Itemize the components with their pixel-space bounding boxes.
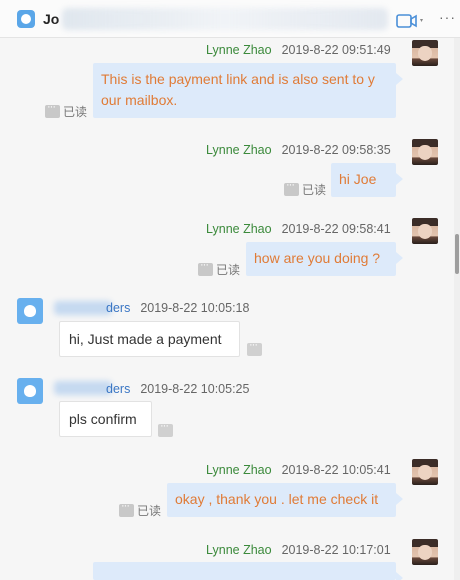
message-meta: ders 2019-8-22 10:05:18 bbox=[106, 301, 249, 315]
message-meta: Lynne Zhao 2019-8-22 09:58:41 bbox=[206, 222, 391, 236]
outgoing-message-bubble[interactable] bbox=[93, 562, 403, 580]
message-text: our mailbox. bbox=[101, 92, 178, 108]
message-text: This is the payment link and is also sen… bbox=[101, 71, 375, 87]
read-receipt: 已读 bbox=[284, 179, 327, 198]
message-text: okay , thank you . let me check it bbox=[175, 491, 379, 507]
message-meta: Lynne Zhao 2019-8-22 10:05:41 bbox=[206, 463, 391, 477]
message-meta: Lynne Zhao 2019-8-22 09:51:49 bbox=[206, 43, 391, 57]
read-status-icon bbox=[119, 500, 134, 517]
sender-name: ders bbox=[106, 301, 131, 315]
message-time: 2019-8-22 09:58:41 bbox=[281, 222, 391, 236]
message-text: pls confirm bbox=[69, 411, 137, 427]
contact-avatar-icon[interactable] bbox=[17, 10, 35, 28]
message-time: 2019-8-22 09:58:35 bbox=[281, 143, 391, 157]
message-time: 2019-8-22 10:17:01 bbox=[281, 543, 391, 557]
read-status-label: 已读 bbox=[137, 504, 162, 518]
message-time: 2019-8-22 10:05:25 bbox=[140, 382, 250, 396]
message-meta: Lynne Zhao 2019-8-22 09:58:35 bbox=[206, 143, 391, 157]
message-time: 2019-8-22 10:05:41 bbox=[281, 463, 391, 477]
read-status-label: 已读 bbox=[216, 263, 241, 277]
sender-name: Lynne Zhao bbox=[206, 43, 272, 57]
outgoing-message-bubble[interactable]: okay , thank you . let me check it bbox=[167, 483, 403, 517]
message-meta: ders 2019-8-22 10:05:25 bbox=[106, 382, 249, 396]
message-options-icon[interactable] bbox=[158, 420, 173, 437]
sender-name: ders bbox=[106, 382, 131, 396]
contact-avatar-icon[interactable] bbox=[17, 298, 43, 324]
message-time: 2019-8-22 10:05:18 bbox=[140, 301, 250, 315]
chat-header: Jo ··· bbox=[0, 0, 460, 38]
message-time: 2019-8-22 09:51:49 bbox=[281, 43, 391, 57]
read-status-icon bbox=[284, 179, 299, 196]
my-avatar[interactable] bbox=[412, 539, 438, 565]
sender-name: Lynne Zhao bbox=[206, 222, 272, 236]
read-receipt: 已读 bbox=[119, 500, 162, 519]
incoming-message-bubble[interactable]: pls confirm bbox=[59, 401, 152, 437]
message-options-icon[interactable] bbox=[247, 339, 262, 356]
read-status-icon bbox=[45, 101, 60, 118]
read-status-label: 已读 bbox=[302, 183, 327, 197]
redacted-contact-name bbox=[62, 8, 388, 30]
my-avatar[interactable] bbox=[412, 139, 438, 165]
my-avatar[interactable] bbox=[412, 40, 438, 66]
incoming-message-bubble[interactable]: hi, Just made a payment bbox=[59, 321, 240, 357]
sender-name: Lynne Zhao bbox=[206, 543, 272, 557]
outgoing-message-bubble[interactable]: how are you doing ? bbox=[246, 242, 403, 276]
contact-name[interactable]: Jo bbox=[43, 11, 59, 27]
my-avatar[interactable] bbox=[412, 459, 438, 485]
message-meta: Lynne Zhao 2019-8-22 10:17:01 bbox=[206, 543, 391, 557]
scrollbar-thumb[interactable] bbox=[455, 234, 459, 274]
message-text: how are you doing ? bbox=[254, 250, 381, 266]
outgoing-message-bubble[interactable]: This is the payment link and is also sen… bbox=[93, 63, 403, 118]
redacted-sender-name bbox=[54, 381, 112, 395]
my-avatar[interactable] bbox=[412, 218, 438, 244]
read-receipt: 已读 bbox=[45, 101, 88, 120]
message-text: hi, Just made a payment bbox=[69, 331, 222, 347]
sender-name: Lynne Zhao bbox=[206, 463, 272, 477]
scrollbar[interactable] bbox=[454, 38, 460, 580]
outgoing-message-bubble[interactable]: hi Joe bbox=[331, 163, 403, 197]
contact-avatar-icon[interactable] bbox=[17, 378, 43, 404]
redacted-sender-name bbox=[54, 301, 112, 315]
sender-name: Lynne Zhao bbox=[206, 143, 272, 157]
more-options-icon[interactable]: ··· bbox=[439, 9, 456, 25]
message-text: hi Joe bbox=[339, 171, 377, 187]
read-status-icon bbox=[198, 259, 213, 276]
read-receipt: 已读 bbox=[198, 259, 241, 278]
read-status-label: 已读 bbox=[63, 105, 88, 119]
video-call-icon[interactable] bbox=[396, 14, 424, 28]
